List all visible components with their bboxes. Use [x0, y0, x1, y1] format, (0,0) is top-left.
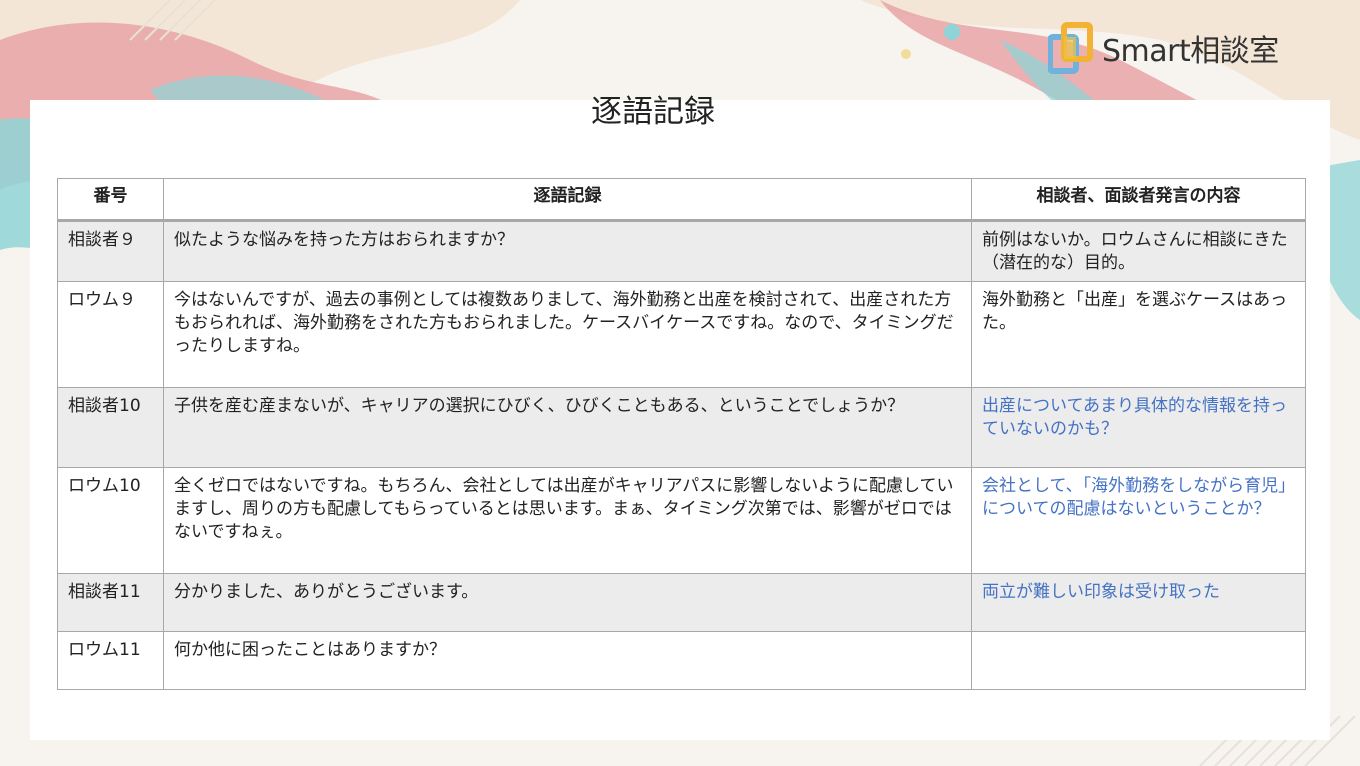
table-header-row: 番号 逐語記録 相談者、面談者発言の内容 — [57, 178, 1306, 222]
cell-number: 相談者11 — [57, 573, 164, 632]
smart-logo-icon — [1048, 22, 1093, 74]
cell-transcript: 子供を産む産まないが、キャリアの選択にひびく、ひびくこともある、ということでしょ… — [163, 387, 972, 468]
cell-transcript: 全くゼロではないですね。もちろん、会社としては出産がキャリアパスに影響しないよう… — [163, 467, 972, 574]
table-row: 相談者10 子供を産む産まないが、キャリアの選択にひびく、ひびくこともある、という… — [57, 387, 1306, 468]
cell-number: ロウム10 — [57, 467, 164, 574]
table-row: ロウム10 全くゼロではないですね。もちろん、会社としては出産がキャリアパスに影響… — [57, 467, 1306, 574]
brand-name: Smart相談室 — [1102, 34, 1279, 69]
transcript-table: 番号 逐語記録 相談者、面談者発言の内容 相談者９ 似たような悩みを持った方はおら… — [57, 178, 1306, 690]
brand-logo: Smart相談室 — [1048, 20, 1279, 76]
table-row: 相談者11 分かりました、ありがとうございます。 両立が難しい印象は受け取った — [57, 573, 1306, 632]
cell-content-note: 前例はないか。ロウムさんに相談にきた（潜在的な）目的。 — [971, 220, 1306, 282]
cell-number: ロウム９ — [57, 281, 164, 388]
cell-transcript: 分かりました、ありがとうございます。 — [163, 573, 972, 632]
table-row: ロウム11 何か他に困ったことはありますか？ — [57, 631, 1306, 690]
cell-number: 相談者９ — [57, 220, 164, 282]
cell-transcript: 今はないんですが、過去の事例としては複数ありまして、海外勤務と出産を検討されて、… — [163, 281, 972, 388]
cell-number: 相談者10 — [57, 387, 164, 468]
cell-content-note: 海外勤務と「出産」を選ぶケースはあった。 — [971, 281, 1306, 388]
cell-content-note: 両立が難しい印象は受け取った — [971, 573, 1306, 632]
cell-content-note — [971, 631, 1306, 690]
header-transcript: 逐語記録 — [163, 178, 972, 222]
cell-number: ロウム11 — [57, 631, 164, 690]
cell-transcript: 似たような悩みを持った方はおられますか？ — [163, 220, 972, 282]
table-row: ロウム９ 今はないんですが、過去の事例としては複数ありまして、海外勤務と出産を検討… — [57, 281, 1306, 388]
header-number: 番号 — [57, 178, 164, 222]
cell-content-note: 会社として、「海外勤務をしながら育児」についての配慮はないということか？ — [971, 467, 1306, 574]
header-content: 相談者、面談者発言の内容 — [971, 178, 1306, 222]
page-title: 逐語記録 — [591, 94, 715, 130]
cell-content-note: 出産についてあまり具体的な情報を持っていないのかも？ — [971, 387, 1306, 468]
cell-transcript: 何か他に困ったことはありますか？ — [163, 631, 972, 690]
table-row: 相談者９ 似たような悩みを持った方はおられますか？ 前例はないか。ロウムさんに相談に… — [57, 220, 1306, 282]
